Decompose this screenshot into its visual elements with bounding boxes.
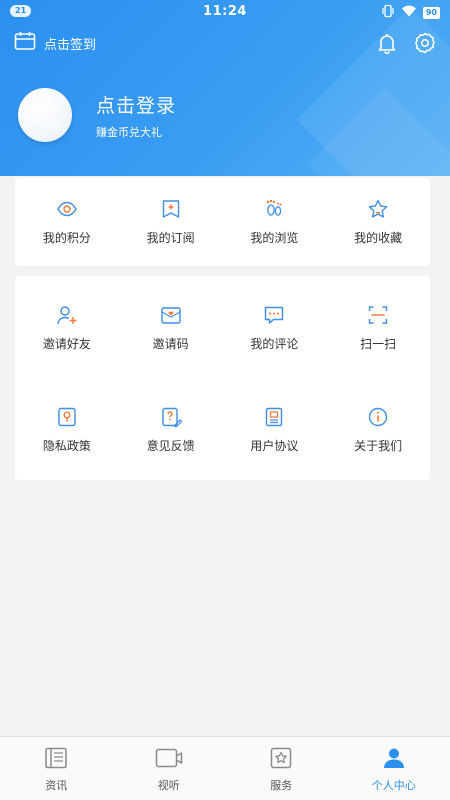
my-points-label: 我的积分 — [42, 231, 91, 245]
my-favorites-label: 我的收藏 — [354, 231, 403, 245]
user-agreement-item[interactable]: 用户协议 — [223, 378, 327, 480]
feedback-item[interactable]: 意见反馈 — [119, 378, 223, 480]
profile-header: 21 11:24 90 点击签到 点击登录 赚金币兑大礼 — [0, 0, 450, 176]
vibrate-icon — [381, 3, 395, 22]
feedback-icon — [160, 406, 182, 428]
bell-icon[interactable] — [376, 32, 398, 54]
status-icons: 90 — [381, 3, 440, 22]
privacy-policy-item[interactable]: 隐私政策 — [15, 378, 119, 480]
gear-icon[interactable] — [414, 32, 436, 54]
mail-heart-icon — [160, 304, 182, 326]
scan-label: 扫一扫 — [360, 337, 397, 351]
about-us-label: 关于我们 — [354, 439, 403, 453]
tab-news-label: 资讯 — [45, 779, 68, 792]
star-icon — [367, 198, 389, 220]
checkin-button[interactable]: 点击签到 — [14, 31, 96, 55]
add-user-icon — [56, 304, 78, 326]
agreement-icon — [263, 406, 285, 428]
eye-icon — [56, 198, 78, 220]
user-agreement-label: 用户协议 — [250, 439, 299, 453]
privacy-policy-label: 隐私政策 — [42, 439, 91, 453]
tab-personal-center[interactable]: 个人中心 — [338, 737, 450, 800]
wifi-icon — [401, 3, 417, 22]
my-history-label: 我的浏览 — [250, 231, 299, 245]
video-icon — [155, 747, 183, 773]
tab-video-label: 视听 — [157, 779, 180, 792]
person-icon — [382, 747, 406, 773]
tab-video[interactable]: 视听 — [113, 737, 226, 800]
privacy-icon — [56, 406, 78, 428]
status-time: 11:24 — [203, 3, 247, 19]
checkin-label: 点击签到 — [44, 37, 97, 53]
feedback-label: 意见反馈 — [146, 439, 195, 453]
my-subscriptions-item[interactable]: 我的订阅 — [119, 178, 223, 246]
services-card: 邀请好友 邀请码 我的评论 扫一扫 隐私政策 意见反馈 用户协议 关于我们 — [15, 276, 430, 480]
avatar[interactable] — [18, 88, 72, 142]
login-title[interactable]: 点击登录 — [96, 91, 176, 118]
my-favorites-item[interactable]: 我的收藏 — [326, 178, 430, 246]
info-icon — [367, 406, 389, 428]
login-subtitle: 赚金币兑大礼 — [96, 125, 162, 139]
footprints-icon — [263, 198, 285, 220]
my-history-item[interactable]: 我的浏览 — [223, 178, 327, 246]
notification-badge: 21 — [10, 5, 32, 17]
service-icon — [269, 747, 293, 773]
bottom-tab-bar: 资讯 视听 服务 个人中心 — [0, 736, 450, 800]
tab-news[interactable]: 资讯 — [0, 737, 113, 800]
status-bar: 21 11:24 90 — [0, 0, 450, 22]
my-comments-label: 我的评论 — [250, 337, 299, 351]
my-points-item[interactable]: 我的积分 — [15, 178, 119, 246]
scan-icon — [367, 304, 389, 326]
scan-item[interactable]: 扫一扫 — [326, 276, 430, 378]
tab-service[interactable]: 服务 — [225, 737, 338, 800]
invite-code-label: 邀请码 — [152, 337, 189, 351]
invite-code-item[interactable]: 邀请码 — [119, 276, 223, 378]
calendar-icon — [14, 31, 36, 55]
login-area[interactable]: 点击登录 赚金币兑大礼 — [18, 88, 176, 142]
battery-indicator: 90 — [422, 6, 440, 19]
bookmark-plus-icon — [160, 198, 182, 220]
invite-friends-item[interactable]: 邀请好友 — [15, 276, 119, 378]
tab-personal-center-label: 个人中心 — [371, 779, 416, 792]
quick-links-card: 我的积分 我的订阅 我的浏览 我的收藏 — [15, 178, 430, 266]
about-us-item[interactable]: 关于我们 — [326, 378, 430, 480]
comment-icon — [263, 304, 285, 326]
top-bar: 点击签到 — [14, 30, 436, 56]
news-icon — [44, 747, 68, 773]
my-subscriptions-label: 我的订阅 — [146, 231, 195, 245]
my-comments-item[interactable]: 我的评论 — [223, 276, 327, 378]
tab-service-label: 服务 — [270, 779, 293, 792]
invite-friends-label: 邀请好友 — [42, 337, 91, 351]
